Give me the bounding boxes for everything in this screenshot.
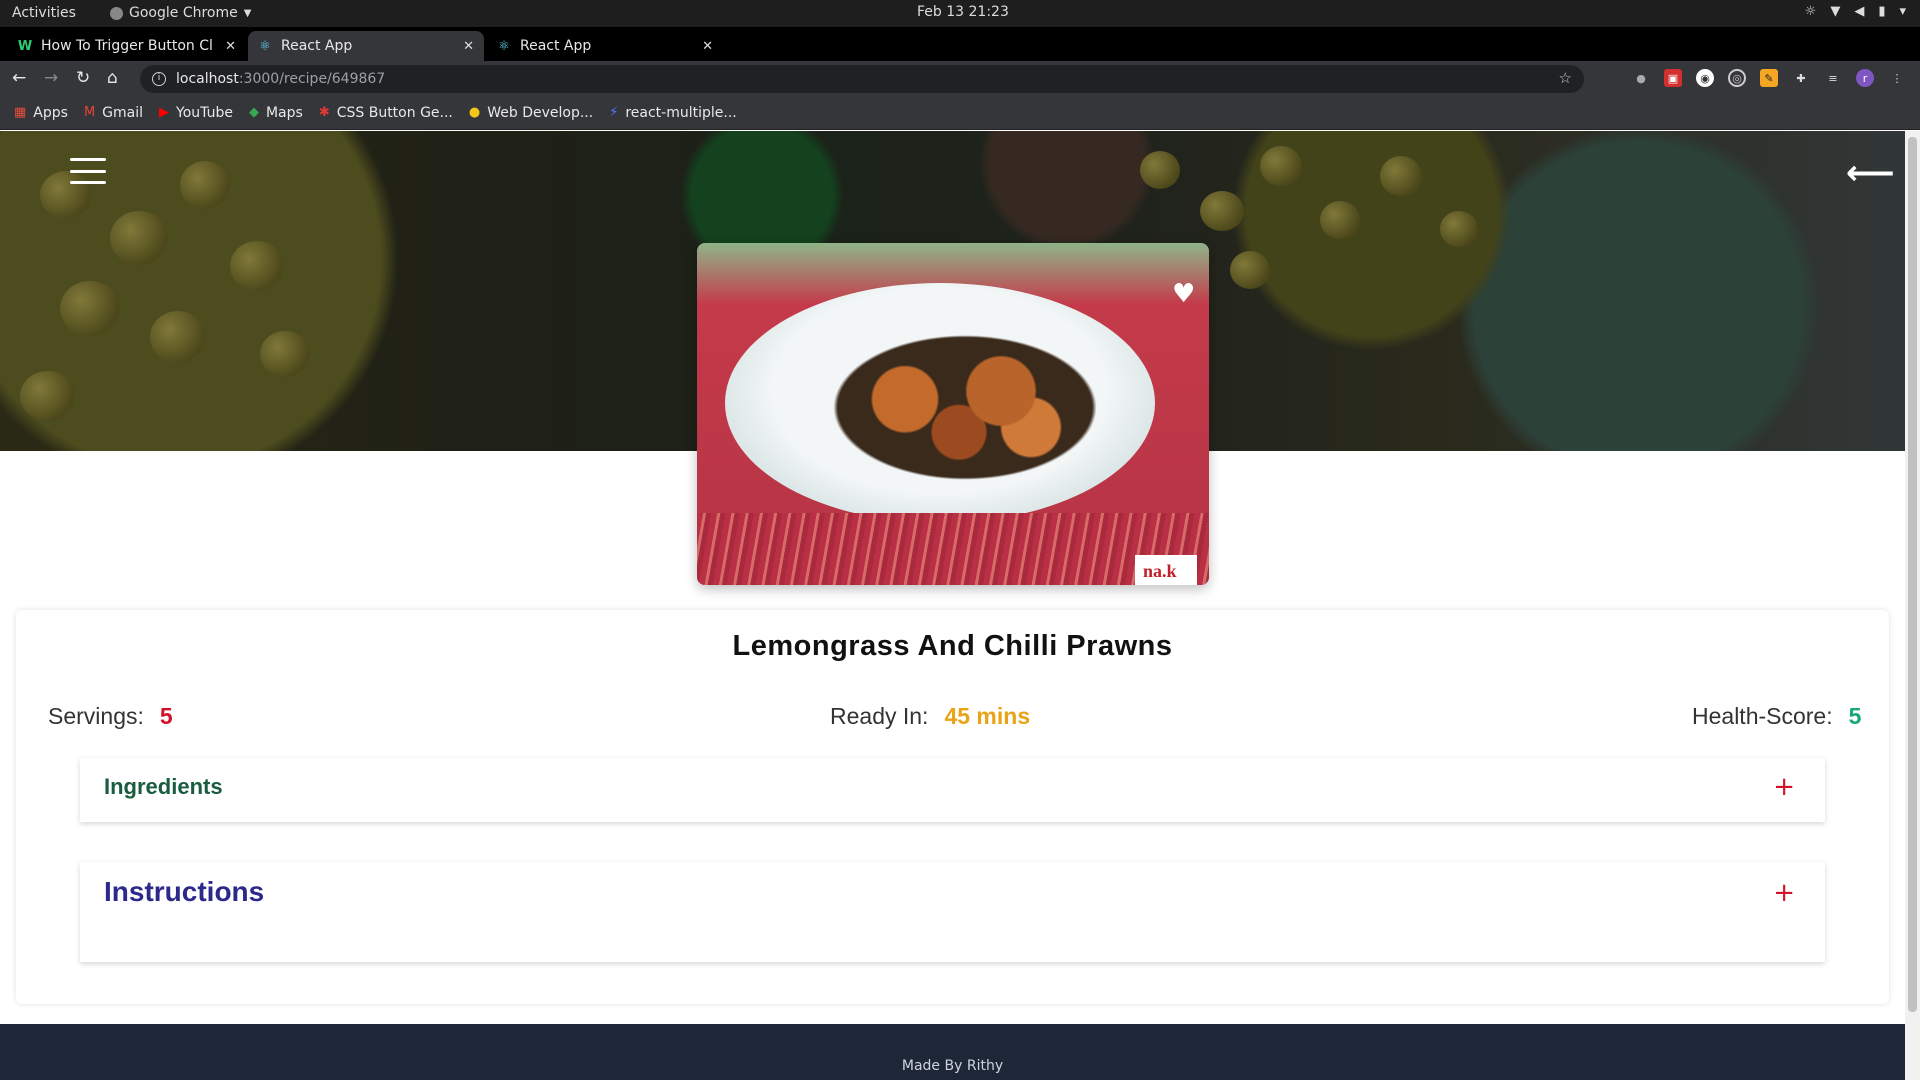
tab-title: React App [520, 38, 592, 54]
home-icon[interactable]: ⌂ [107, 68, 118, 88]
servings-stat: Servings: 5 [48, 703, 173, 730]
bookmark-youtube[interactable]: ▶ YouTube [159, 105, 233, 121]
bookmark-css-button[interactable]: ✱ CSS Button Ge... [319, 105, 453, 121]
caret-down-icon: ▼ [243, 7, 252, 19]
youtube-icon: ▶ [159, 105, 170, 120]
bookmark-label: react-multiple... [625, 104, 737, 121]
extension-icon-3[interactable]: ◉ [1696, 69, 1714, 87]
health-score-stat: Health-Score: 5 [1692, 703, 1861, 730]
image-watermark: na.k [1135, 555, 1197, 585]
ready-in-label: Ready In: [830, 703, 929, 729]
bookmark-react-multiple[interactable]: ⚡ react-multiple... [609, 105, 737, 121]
bookmark-label: Gmail [102, 104, 144, 121]
back-arrow-icon[interactable]: ← [12, 68, 26, 88]
extensions-area: ● ▣ ◉ ◎ ✎ ✚ ≡ r ⋮ [1632, 69, 1906, 87]
extensions-puzzle-icon[interactable]: ✚ [1792, 69, 1810, 87]
extension-icon-1[interactable]: ● [1632, 69, 1650, 87]
tab-title: React App [281, 38, 353, 54]
servings-value: 5 [159, 703, 173, 729]
app-menu-label: Google Chrome [129, 5, 238, 21]
extension-icon-4[interactable]: ◎ [1728, 69, 1746, 87]
volume-icon: ◀ [1854, 4, 1865, 19]
instructions-accordion[interactable]: Instructions + [80, 862, 1825, 962]
ingredients-heading: Ingredients [104, 774, 223, 799]
os-top-bar: Activities Google Chrome ▼ Feb 13 21:23 … [0, 0, 1920, 27]
app-menu[interactable]: Google Chrome ▼ [110, 5, 251, 21]
footer-credit: Made By Rithy [901, 1058, 1004, 1074]
instructions-heading: Instructions [104, 876, 265, 907]
ready-in-value: 45 mins [944, 703, 1031, 729]
info-icon[interactable]: i [152, 72, 166, 86]
clock[interactable]: Feb 13 21:23 [917, 4, 1009, 20]
health-score-value: 5 [1848, 703, 1862, 729]
power-menu-icon: ▾ [1899, 4, 1906, 19]
expand-plus-icon[interactable]: + [1773, 878, 1795, 908]
recipe-title: Lemongrass And Chilli Prawns [732, 630, 1173, 662]
url-host: localhost [176, 71, 239, 87]
reading-list-icon[interactable]: ≡ [1824, 69, 1842, 87]
scrollbar-thumb[interactable] [1908, 137, 1917, 1012]
plate-image [725, 283, 1155, 523]
bookmark-gmail[interactable]: M Gmail [84, 105, 143, 121]
react-icon: ⚛ [259, 38, 271, 54]
react-icon: ⚛ [498, 38, 510, 54]
wifi-icon: ▼ [1830, 4, 1841, 19]
ingredients-accordion[interactable]: Ingredients + [80, 758, 1825, 822]
brightness-icon: ☼ [1804, 4, 1817, 19]
bookmark-maps[interactable]: ◆ Maps [249, 105, 303, 121]
address-bar[interactable]: i localhost:3000/recipe/649867 ☆ [140, 65, 1584, 93]
close-tab-icon[interactable]: ✕ [702, 39, 713, 54]
close-tab-icon[interactable]: ✕ [225, 39, 236, 54]
health-score-label: Health-Score: [1692, 703, 1833, 729]
system-tray[interactable]: ☼ ▼ ◀ ▮ ▾ [1805, 4, 1906, 19]
heart-favorite-icon[interactable]: ♥ [1172, 279, 1195, 309]
bookmark-star-icon[interactable]: ☆ [1559, 69, 1572, 87]
tab-react-app[interactable]: ⚛ React App ✕ [487, 31, 723, 61]
page-viewport: ⟵ ♥ na.k Lemongrass And Chilli Prawns Se… [0, 131, 1905, 1080]
bookmark-apps[interactable]: ▦ Apps [14, 105, 68, 121]
bookmarks-bar: ▦ Apps M Gmail ▶ YouTube ◆ Maps ✱ CSS Button … [0, 96, 1920, 130]
extension-icon-5[interactable]: ✎ [1760, 69, 1778, 87]
page-footer: Made By Rithy [0, 1024, 1905, 1080]
reload-icon[interactable]: ↻ [76, 68, 90, 88]
browser-toolbar: ← → ↻ ⌂ i localhost:3000/recipe/649867 ☆… [0, 61, 1920, 96]
placemat-image [697, 513, 1209, 585]
apps-grid-icon: ▦ [14, 105, 27, 120]
profile-avatar[interactable]: r [1856, 69, 1874, 87]
close-tab-icon[interactable]: ✕ [463, 39, 474, 54]
prawns-image [815, 325, 1115, 490]
bookmark-label: YouTube [176, 104, 233, 121]
extension-icon-2[interactable]: ▣ [1664, 69, 1682, 87]
tab-title: How To Trigger Button Cl [41, 38, 213, 54]
hamburger-menu-icon[interactable] [70, 158, 106, 184]
activities-button[interactable]: Activities [12, 5, 76, 21]
chrome-menu-icon[interactable]: ⋮ [1888, 69, 1906, 87]
css-icon: ✱ [318, 105, 330, 120]
bookmark-label: Maps [265, 104, 303, 121]
tab-react-app-active[interactable]: ⚛ React App ✕ [248, 31, 484, 61]
web-icon: ● [468, 105, 481, 120]
chrome-icon [110, 6, 123, 20]
battery-icon: ▮ [1878, 4, 1886, 19]
bookmark-web-develop[interactable]: ● Web Develop... [469, 105, 593, 121]
url-path: :3000/recipe/649867 [238, 71, 386, 87]
bookmark-label: CSS Button Ge... [336, 104, 453, 121]
tab-strip: W How To Trigger Button Cl ✕ ⚛ React App… [0, 27, 1920, 81]
forward-arrow-icon[interactable]: → [44, 68, 58, 88]
gmail-icon: M [83, 105, 96, 120]
maps-icon: ◆ [248, 105, 259, 120]
recipe-image: ♥ na.k [697, 243, 1209, 585]
ready-in-stat: Ready In: 45 mins [830, 703, 1030, 730]
expand-plus-icon[interactable]: + [1773, 772, 1795, 802]
tab-howto[interactable]: W How To Trigger Button Cl ✕ [8, 31, 246, 61]
back-arrow-icon[interactable]: ⟵ [1846, 153, 1895, 193]
bookmark-label: Web Develop... [487, 104, 594, 121]
servings-label: Servings: [48, 703, 144, 729]
recipe-details-card: Lemongrass And Chilli Prawns Servings: 5… [16, 610, 1889, 1004]
page-scrollbar[interactable] [1905, 131, 1920, 1080]
site-favicon-icon: W [17, 38, 33, 54]
bookmark-label: Apps [33, 104, 68, 121]
bolt-icon: ⚡ [609, 105, 619, 120]
